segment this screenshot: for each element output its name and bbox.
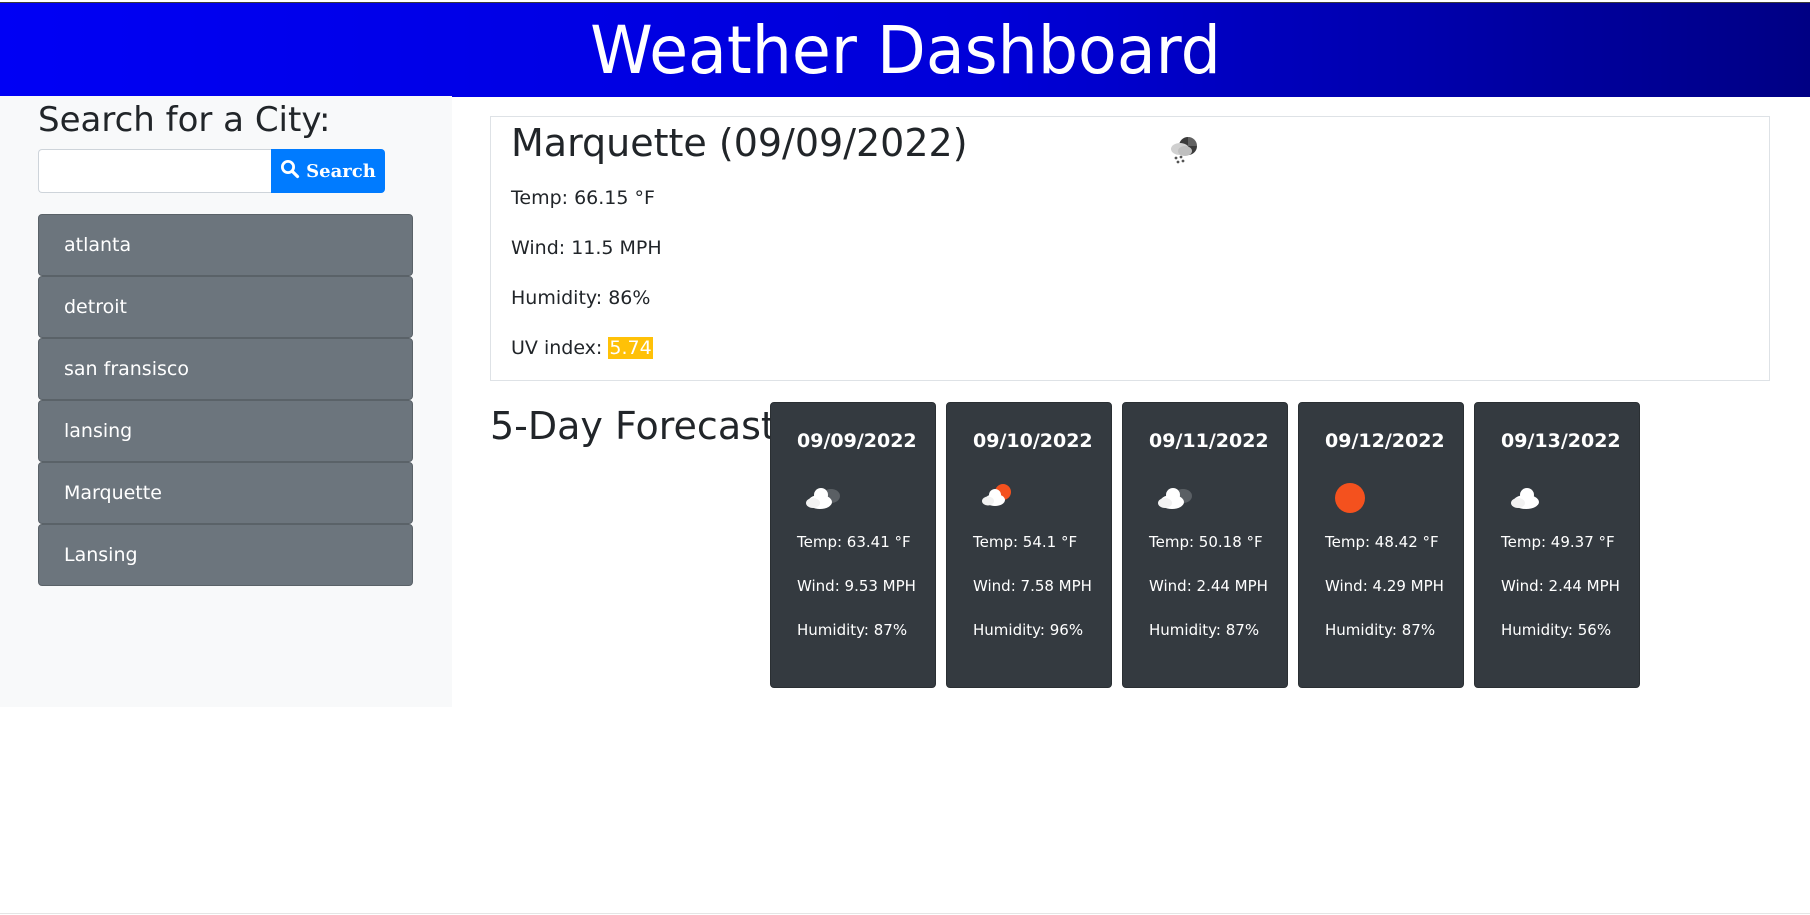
forecast-date: 09/10/2022 [973,430,1093,452]
current-city-title: Marquette (09/09/2022) [511,121,968,165]
page-bottom-divider [0,913,1810,914]
forecast-wind: Wind: 2.44 MPH [1149,577,1268,595]
search-label: Search for a City: [38,100,331,140]
history-item-atlanta[interactable]: atlanta [38,214,413,276]
forecast-card: 09/09/2022 Temp: 63.41 °F Wind: 9.53 MPH… [770,402,936,688]
forecast-date: 09/12/2022 [1325,430,1445,452]
forecast-date: 09/09/2022 [797,430,917,452]
forecast-date: 09/13/2022 [1501,430,1621,452]
forecast-humidity: Humidity: 87% [1325,621,1436,639]
history-item-detroit[interactable]: detroit [38,276,413,338]
forecast-wind: Wind: 2.44 MPH [1501,577,1620,595]
broken-clouds-icon [1153,478,1203,518]
forecast-card: 09/12/2022 Temp: 48.42 °F Wind: 4.29 MPH… [1298,402,1464,688]
cloud-icon [1505,478,1555,518]
forecast-card: 09/11/2022 Temp: 50.18 °F Wind: 2.44 MPH… [1122,402,1288,688]
history-item-lansing-2[interactable]: Lansing [38,524,413,586]
forecast-humidity: Humidity: 87% [797,621,908,639]
app-header: Weather Dashboard [0,2,1810,97]
forecast-temp: Temp: 63.41 °F [797,533,911,551]
history-item-marquette[interactable]: Marquette [38,462,413,524]
forecast-humidity: Humidity: 96% [973,621,1084,639]
uv-label: UV index: [511,337,609,359]
cloud-rain-sun-icon [1163,131,1203,171]
forecast-humidity: Humidity: 87% [1149,621,1260,639]
forecast-wind: Wind: 9.53 MPH [797,577,916,595]
forecast-temp: Temp: 49.37 °F [1501,533,1615,551]
current-temp: Temp: 66.15 °F [511,187,655,209]
current-wind: Wind: 11.5 MPH [511,237,662,259]
search-history-list: atlanta detroit san fransisco lansing Ma… [38,214,413,586]
forecast-temp: Temp: 48.42 °F [1325,533,1439,551]
sun-icon [1329,478,1379,518]
page-title: Weather Dashboard [589,11,1221,89]
uv-badge: 5.74 [608,337,653,359]
history-item-san-fransisco[interactable]: san fransisco [38,338,413,400]
forecast-humidity: Humidity: 56% [1501,621,1612,639]
search-icon [280,159,300,184]
forecast-title: 5-Day Forecast: [490,404,789,448]
partly-cloudy-sun-icon [977,478,1027,518]
history-item-lansing[interactable]: lansing [38,400,413,462]
search-button[interactable]: Search [271,149,385,193]
forecast-wind: Wind: 4.29 MPH [1325,577,1444,595]
broken-clouds-icon [801,478,851,518]
forecast-wind: Wind: 7.58 MPH [973,577,1092,595]
forecast-card: 09/10/2022 Temp: 54.1 °F Wind: 7.58 MPH … [946,402,1112,688]
forecast-temp: Temp: 50.18 °F [1149,533,1263,551]
search-button-label: Search [306,160,376,182]
forecast-temp: Temp: 54.1 °F [973,533,1078,551]
current-humidity: Humidity: 86% [511,287,651,309]
forecast-card: 09/13/2022 Temp: 49.37 °F Wind: 2.44 MPH… [1474,402,1640,688]
current-weather-card: Marquette (09/09/2022) Temp: 66.15 °F Wi… [490,116,1770,381]
current-uv: UV index: 5.74 [511,337,653,359]
city-search-input[interactable] [38,149,271,193]
forecast-date: 09/11/2022 [1149,430,1269,452]
